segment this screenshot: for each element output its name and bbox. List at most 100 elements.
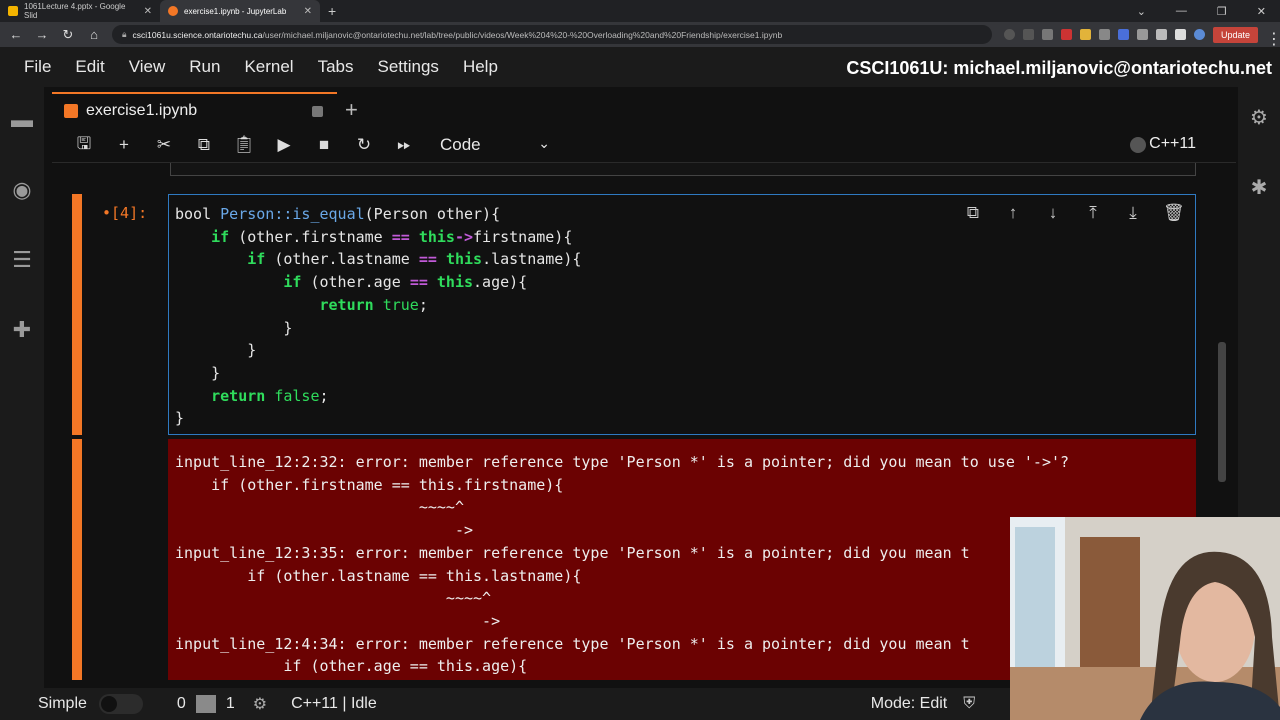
extension-icon[interactable]	[1117, 29, 1129, 40]
extension-icon[interactable]	[1079, 29, 1091, 40]
code-editor[interactable]: bool Person::is_equal(Person other){ if …	[168, 194, 1196, 435]
paste-icon[interactable]: 📋︎	[224, 135, 264, 155]
code-line: }	[175, 341, 257, 360]
update-button[interactable]: Update	[1212, 26, 1258, 43]
shield-icon[interactable]: ⛨	[963, 695, 975, 713]
cut-icon[interactable]: ✂	[144, 135, 184, 155]
output-cell-indicator[interactable]	[72, 439, 82, 680]
left-sidebar: ▬ ◉ ☰ ✚	[0, 87, 44, 688]
menu-run[interactable]: Run	[177, 57, 232, 77]
error-line: input_line_12:2:32: error: member refere…	[175, 453, 1070, 471]
slides-icon	[8, 6, 18, 16]
add-cell-icon[interactable]: +	[104, 135, 144, 155]
code-line: }	[175, 409, 185, 428]
error-line: if (other.age == this.age){	[175, 657, 528, 676]
copy-icon[interactable]: ⧉	[184, 135, 224, 155]
notebook-icon	[64, 104, 78, 118]
menu-file[interactable]: File	[12, 57, 63, 77]
webcam-overlay	[1010, 517, 1280, 720]
debugger-icon[interactable]: ✱	[1246, 175, 1272, 201]
url-field[interactable]: 🔒︎ csci1061u.science.ontariotechu.ca/use…	[112, 25, 992, 44]
code-line: }	[175, 363, 221, 382]
restore-icon[interactable]: ❐	[1217, 5, 1227, 18]
address-bar-row: ← → ↻ ⌂ 🔒︎ csci1061u.science.ontariotech…	[0, 22, 1280, 48]
extension-icon[interactable]	[1098, 29, 1110, 40]
reload-icon[interactable]: ↻	[60, 27, 76, 43]
star-icon[interactable]	[1041, 29, 1053, 40]
terminal-icon[interactable]	[195, 695, 216, 713]
menu-tabs[interactable]: Tabs	[306, 57, 366, 77]
simple-mode-toggle[interactable]	[98, 694, 143, 714]
save-icon[interactable]: 🖫︎	[64, 131, 104, 160]
code-line: return true;	[319, 295, 428, 314]
code-line: bool Person::is_equal(Person other){	[175, 205, 500, 223]
restart-icon[interactable]: ↻	[344, 135, 384, 155]
back-icon[interactable]: ←	[8, 27, 24, 42]
error-line: ~~~~^	[175, 498, 464, 517]
folder-icon[interactable]: ▬	[9, 107, 35, 133]
extensions-area: Update ⋮	[1003, 26, 1280, 48]
cell-type-value: Code	[440, 135, 481, 154]
move-up-icon[interactable]: ↑	[1003, 203, 1023, 223]
notebook-toolbar: 🖫︎ + ✂ ⧉ 📋︎ ▶ ■ ↻ ⏩︎ Code ⌄	[52, 128, 1236, 163]
run-all-icon[interactable]: ⏩︎	[384, 135, 424, 155]
browser-tab-slides[interactable]: 1061Lecture 4.pptx - Google Slid ✕	[0, 0, 160, 22]
chevron-down-icon: ⌄	[538, 135, 550, 151]
toc-icon[interactable]: ☰	[9, 247, 35, 273]
property-inspector-icon[interactable]: ⚙	[1246, 105, 1272, 131]
extension-manager-icon[interactable]: ✚	[9, 317, 35, 343]
close-window-icon[interactable]: ✕	[1257, 5, 1266, 18]
minimize-icon[interactable]: —	[1176, 5, 1187, 17]
sidebar-icon[interactable]	[1174, 29, 1186, 40]
code-line: }	[175, 318, 293, 337]
cell-type-select[interactable]: Code ⌄	[440, 135, 550, 155]
menu-settings[interactable]: Settings	[366, 57, 451, 77]
chevron-down-icon[interactable]: ⌄	[1137, 5, 1146, 18]
cell-prompt: •[4]:	[102, 204, 148, 222]
url-path: /user/michael.miljanovic@ontariotechu.ne…	[262, 29, 783, 40]
home-icon[interactable]: ⌂	[86, 27, 102, 42]
add-tab-button[interactable]: +	[345, 97, 358, 123]
menu-view[interactable]: View	[117, 57, 178, 77]
tab-exercise1[interactable]: exercise1.ipynb	[52, 92, 337, 128]
more-icon[interactable]: ⋮	[1266, 29, 1280, 48]
kernel-status-icon	[1130, 137, 1146, 153]
code-line: if (other.age == this.age){	[283, 273, 528, 292]
run-icon[interactable]: ▶	[264, 135, 304, 155]
stop-icon[interactable]: ■	[304, 135, 344, 155]
insert-below-icon[interactable]: ⤓	[1123, 203, 1143, 223]
browser-tab-title: 1061Lecture 4.pptx - Google Slid	[24, 2, 126, 20]
delete-icon[interactable]: 🗑︎	[1163, 203, 1185, 223]
duplicate-icon[interactable]: ⧉	[963, 203, 983, 223]
zoom-icon[interactable]	[1003, 29, 1015, 40]
extension-icon[interactable]	[1060, 29, 1072, 40]
move-down-icon[interactable]: ↓	[1043, 203, 1063, 223]
running-icon[interactable]: ◉	[9, 177, 35, 203]
code-content[interactable]: bool Person::is_equal(Person other){ if …	[175, 203, 581, 430]
kernel-gear-icon[interactable]: ⚙	[253, 694, 267, 714]
scrollbar[interactable]	[1218, 342, 1226, 482]
active-cell-indicator[interactable]	[72, 194, 82, 435]
page-title: CSCI1061U: michael.miljanovic@ontariotec…	[846, 58, 1272, 78]
error-line: if (other.firstname == this.firstname){	[175, 475, 564, 494]
browser-tab-jupyter[interactable]: exercise1.ipynb - JupyterLab ✕	[160, 0, 320, 22]
kernel-status[interactable]: C++11 | Idle	[291, 695, 377, 713]
new-tab-button[interactable]: +	[320, 0, 344, 22]
unsaved-indicator-icon[interactable]	[312, 105, 323, 117]
avatar[interactable]	[1193, 29, 1205, 40]
error-line: input_line_12:3:35: error: member refere…	[175, 543, 970, 562]
puzzle-icon[interactable]	[1155, 29, 1167, 40]
share-icon[interactable]	[1022, 29, 1034, 40]
menu-kernel[interactable]: Kernel	[232, 57, 305, 77]
cell-actions: ⧉ ↑ ↓ ⤒ ⤓ 🗑︎	[963, 203, 1185, 223]
extension-icon[interactable]	[1136, 29, 1148, 40]
kernel-name[interactable]: C++11	[1149, 135, 1196, 153]
code-line: if (other.lastname == this.lastname){	[247, 250, 582, 269]
menu-help[interactable]: Help	[451, 57, 510, 77]
forward-icon[interactable]: →	[34, 27, 50, 42]
error-line: ->	[175, 521, 474, 540]
close-tab-icon[interactable]: ✕	[304, 6, 312, 17]
insert-above-icon[interactable]: ⤒	[1083, 203, 1103, 223]
close-tab-icon[interactable]: ✕	[144, 6, 152, 17]
menu-edit[interactable]: Edit	[63, 57, 116, 77]
